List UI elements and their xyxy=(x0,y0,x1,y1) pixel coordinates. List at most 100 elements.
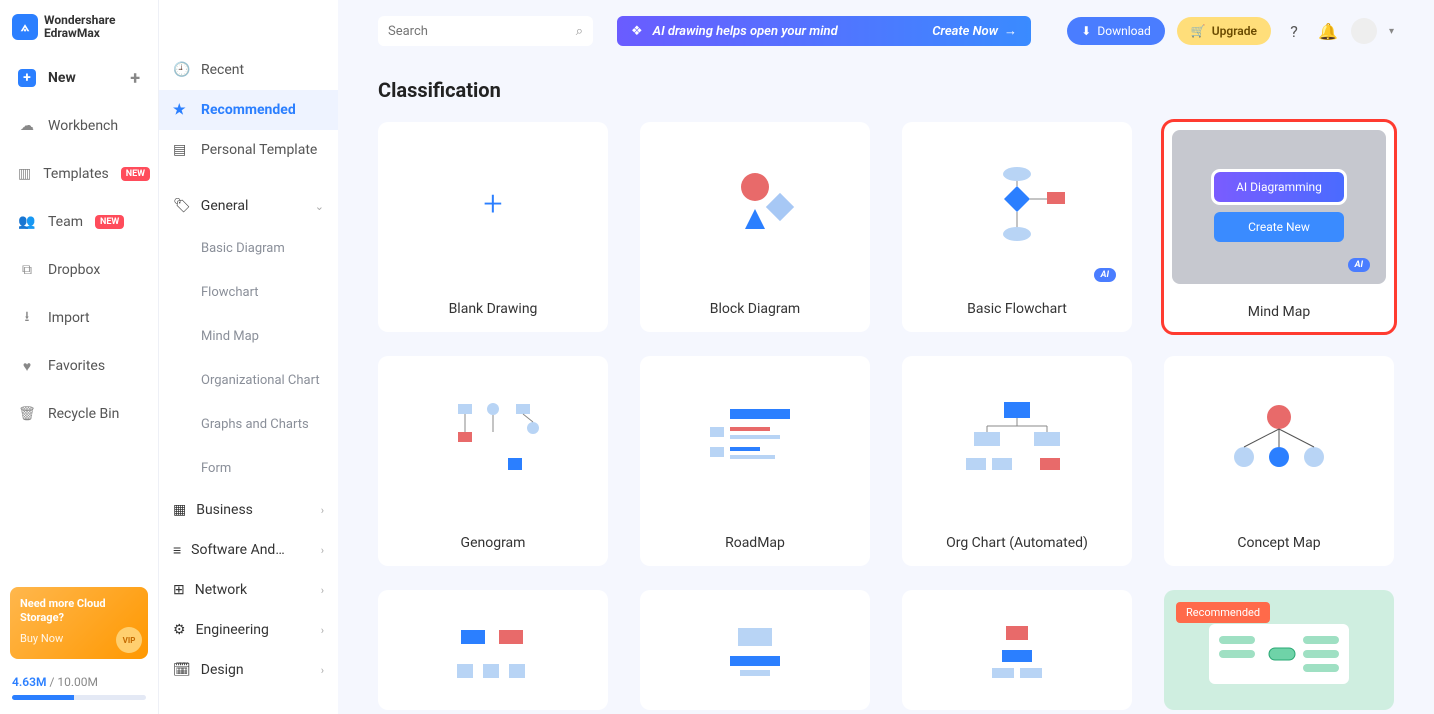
storage-usage: 4.63M / 10.00M xyxy=(0,669,158,689)
nav-recycle[interactable]: 🗑 Recycle Bin xyxy=(10,394,148,434)
sparkle-icon: ❖ xyxy=(631,24,643,39)
chevron-right-icon: › xyxy=(321,584,324,597)
search-input-wrap[interactable]: ⌕ xyxy=(378,16,593,46)
card-caption: Mind Map xyxy=(1164,292,1394,332)
chevron-right-icon: › xyxy=(321,624,324,637)
card-caption: Basic Flowchart xyxy=(902,286,1132,332)
logo-mark-icon: ⟑ xyxy=(12,14,38,40)
card-concept-map[interactable]: Concept Map xyxy=(1164,356,1394,566)
chevron-right-icon: › xyxy=(321,544,324,557)
plus-icon: + xyxy=(483,184,502,224)
card-partial-2[interactable] xyxy=(640,590,870,710)
banner-cta[interactable]: Create Now→ xyxy=(932,23,1017,39)
genogram-preview-icon xyxy=(378,356,608,520)
trash-icon: 🗑 xyxy=(18,405,36,423)
nav-new-label: New xyxy=(48,70,76,86)
group-design[interactable]: 🗓Design› xyxy=(159,650,338,690)
storage-used: 4.63M xyxy=(12,675,46,689)
upgrade-button[interactable]: 🛒Upgrade xyxy=(1177,17,1271,45)
nav-workbench[interactable]: ☁ Workbench xyxy=(10,106,148,146)
card-caption: Block Diagram xyxy=(640,286,870,332)
nav-dropbox-label: Dropbox xyxy=(48,262,100,278)
avatar[interactable] xyxy=(1351,18,1377,44)
card-blank-drawing[interactable]: + Blank Drawing xyxy=(378,122,608,332)
software-icon: ≡ xyxy=(173,542,181,559)
bell-icon[interactable]: 🔔 xyxy=(1317,20,1339,42)
card-caption: Org Chart (Automated) xyxy=(902,520,1132,566)
mid-personal[interactable]: ▤ Personal Template xyxy=(159,130,338,170)
partial-preview-icon xyxy=(640,590,870,710)
card-block-diagram[interactable]: Block Diagram xyxy=(640,122,870,332)
top-actions: ⬇Download 🛒Upgrade ? 🔔 ▾ xyxy=(1067,17,1394,45)
nav-favorites-label: Favorites xyxy=(48,358,105,374)
primary-nav: + New + ☁ Workbench ▥ Templates NEW 👥 Te… xyxy=(0,58,158,577)
sub-form[interactable]: Form xyxy=(159,446,338,490)
plus-icon: + xyxy=(18,69,36,87)
section-title: Classification xyxy=(378,78,1394,102)
dropbox-icon: ⧉ xyxy=(18,261,36,279)
nav-new[interactable]: + New + xyxy=(10,58,148,98)
group-general-label: General xyxy=(201,198,249,214)
card-roadmap[interactable]: RoadMap xyxy=(640,356,870,566)
group-network[interactable]: ⊞Network› xyxy=(159,570,338,610)
nav-dropbox[interactable]: ⧉ Dropbox xyxy=(10,250,148,290)
add-icon: + xyxy=(130,68,140,89)
card-basic-flowchart[interactable]: AI Basic Flowchart xyxy=(902,122,1132,332)
card-mind-map[interactable]: AI Diagramming Create New AI Mind Map xyxy=(1164,122,1394,332)
template-grid: + Blank Drawing Block Diagram AI Basic F… xyxy=(378,122,1394,710)
partial-preview-icon xyxy=(902,590,1132,710)
nav-favorites[interactable]: ♥ Favorites xyxy=(10,346,148,386)
group-software[interactable]: ≡Software And…› xyxy=(159,530,338,570)
doc-icon: ▤ xyxy=(173,142,189,158)
sub-basic-diagram[interactable]: Basic Diagram xyxy=(159,226,338,270)
chevron-down-icon[interactable]: ▾ xyxy=(1389,26,1394,37)
nav-templates[interactable]: ▥ Templates NEW xyxy=(10,154,148,194)
sub-org-chart[interactable]: Organizational Chart xyxy=(159,358,338,402)
sub-mind-map[interactable]: Mind Map xyxy=(159,314,338,358)
card-caption: Concept Map xyxy=(1164,520,1394,566)
team-icon: 👥 xyxy=(18,213,36,231)
heart-icon: ♥ xyxy=(18,357,36,375)
create-new-button[interactable]: Create New xyxy=(1214,212,1344,242)
card-caption: Genogram xyxy=(378,520,608,566)
card-caption: Blank Drawing xyxy=(378,286,608,332)
download-button[interactable]: ⬇Download xyxy=(1067,17,1164,45)
engineering-icon: ⚙ xyxy=(173,622,186,638)
new-badge: NEW xyxy=(95,215,124,229)
card-partial-recommended[interactable]: Recommended xyxy=(1164,590,1394,710)
search-input[interactable] xyxy=(388,24,576,39)
flowchart-preview-icon xyxy=(902,122,1132,286)
ai-diagramming-button[interactable]: AI Diagramming xyxy=(1214,172,1344,202)
card-caption: RoadMap xyxy=(640,520,870,566)
help-icon[interactable]: ? xyxy=(1283,20,1305,42)
group-business[interactable]: ▦Business› xyxy=(159,490,338,530)
chevron-down-icon: ⌄ xyxy=(315,200,324,213)
partial-preview-icon xyxy=(378,590,608,710)
cloud-storage-promo[interactable]: Need more Cloud Storage? Buy Now VIP xyxy=(10,587,148,659)
mid-recommended-label: Recommended xyxy=(201,102,296,118)
nav-import[interactable]: ⭳ Import xyxy=(10,298,148,338)
group-general[interactable]: 🏷 General ⌄ xyxy=(159,186,338,226)
mid-recent[interactable]: 🕘 Recent xyxy=(159,50,338,90)
business-icon: ▦ xyxy=(173,502,186,518)
mid-personal-label: Personal Template xyxy=(201,142,317,158)
card-partial-1[interactable] xyxy=(378,590,608,710)
sub-graphs[interactable]: Graphs and Charts xyxy=(159,402,338,446)
partial-preview-icon xyxy=(1164,590,1394,710)
block-diagram-preview-icon xyxy=(640,122,870,286)
concept-preview-icon xyxy=(1164,356,1394,520)
logo-text: Wondershare EdrawMax xyxy=(44,14,116,40)
tag-icon: 🏷 xyxy=(173,198,191,214)
nav-recycle-label: Recycle Bin xyxy=(48,406,119,422)
mid-recommended[interactable]: ★ Recommended xyxy=(159,90,338,130)
ai-banner[interactable]: ❖ AI drawing helps open your mind Create… xyxy=(617,16,1031,46)
card-partial-3[interactable] xyxy=(902,590,1132,710)
card-org-chart[interactable]: Org Chart (Automated) xyxy=(902,356,1132,566)
nav-templates-label: Templates xyxy=(43,166,109,182)
calendar-icon: 🗓 xyxy=(173,662,191,678)
group-engineering[interactable]: ⚙Engineering› xyxy=(159,610,338,650)
card-genogram[interactable]: Genogram xyxy=(378,356,608,566)
orgchart-preview-icon xyxy=(902,356,1132,520)
sub-flowchart[interactable]: Flowchart xyxy=(159,270,338,314)
nav-team[interactable]: 👥 Team NEW xyxy=(10,202,148,242)
